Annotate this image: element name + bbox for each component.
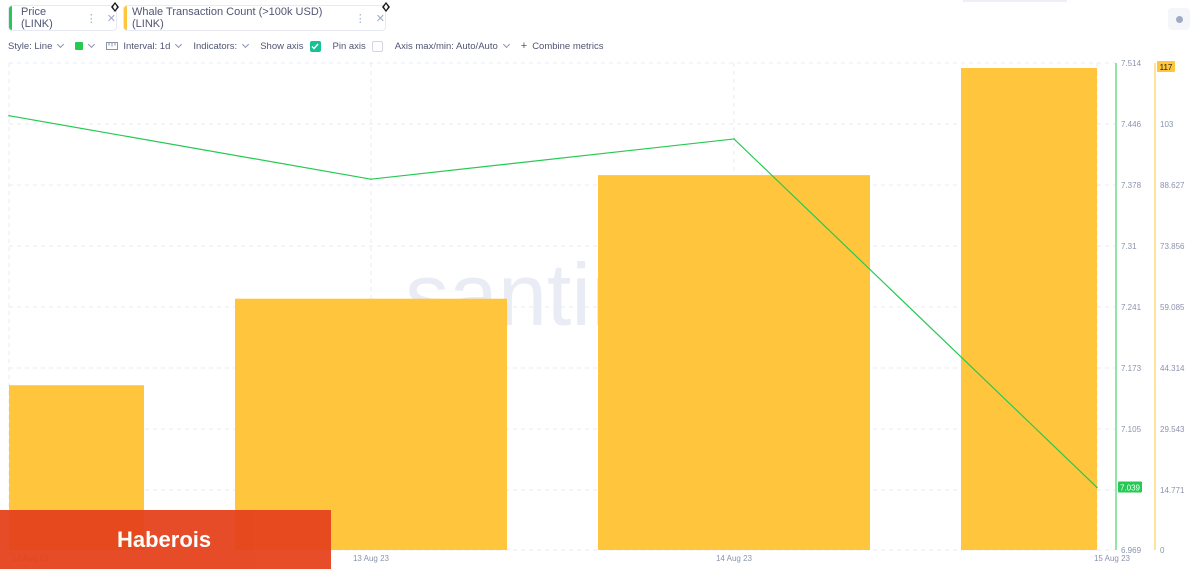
price-axis-tick: 7.446 bbox=[1121, 120, 1142, 129]
bar-whale-tx bbox=[961, 68, 1097, 550]
point-price bbox=[733, 138, 735, 140]
bar-whale-tx bbox=[598, 175, 870, 550]
count-axis-tick: 73.856 bbox=[1160, 242, 1185, 251]
price-axis-tick: 7.378 bbox=[1121, 181, 1142, 190]
point-price bbox=[370, 178, 372, 180]
count-axis-tick: 103 bbox=[1160, 120, 1174, 129]
count-axis-tick: 44.314 bbox=[1160, 364, 1185, 373]
count-axis-tick: 59.085 bbox=[1160, 303, 1185, 312]
count-axis-tick: 0 bbox=[1160, 546, 1165, 555]
haberois-banner: Haberois bbox=[0, 510, 331, 569]
x-axis-tick: 15 Aug 23 bbox=[1094, 554, 1131, 563]
price-axis-tick: 7.514 bbox=[1121, 59, 1142, 68]
price-axis-tick: 7.105 bbox=[1121, 425, 1142, 434]
count-axis-tick: 29.543 bbox=[1160, 425, 1185, 434]
chart-canvas[interactable]: santiment7.5147.4467.3787.317.2417.1737.… bbox=[0, 0, 1200, 569]
count-last-value-text: 117 bbox=[1160, 63, 1173, 72]
price-last-value-text: 7.039 bbox=[1120, 483, 1141, 492]
count-axis-tick: 14.771 bbox=[1160, 486, 1185, 495]
x-axis-tick: 13 Aug 23 bbox=[353, 554, 390, 563]
banner-text: Haberois bbox=[117, 526, 212, 552]
point-price bbox=[1096, 486, 1098, 489]
count-axis-tick: 88.627 bbox=[1160, 181, 1185, 190]
price-axis-tick: 7.173 bbox=[1121, 364, 1142, 373]
price-axis-tick: 7.241 bbox=[1121, 303, 1142, 312]
point-price bbox=[8, 114, 10, 117]
price-axis-tick: 7.31 bbox=[1121, 242, 1137, 251]
x-axis-tick: 14 Aug 23 bbox=[716, 554, 753, 563]
